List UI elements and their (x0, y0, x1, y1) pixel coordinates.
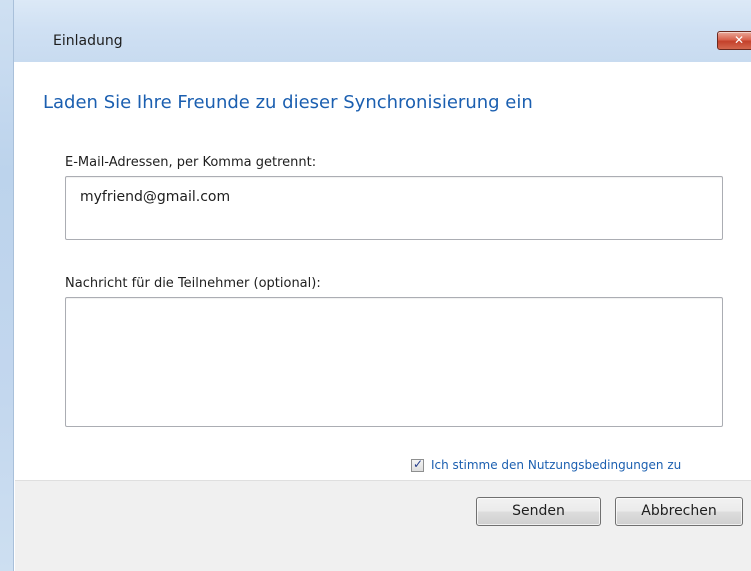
window-title: Einladung (53, 33, 123, 49)
dialog-content: Laden Sie Ihre Freunde zu dieser Synchro… (15, 62, 751, 480)
title-bar[interactable]: Einladung ✕ (14, 0, 751, 62)
email-label: E-Mail-Adressen, per Komma getrennt: (65, 155, 317, 170)
terms-agreement[interactable]: ✓ Ich stimme den Nutzungsbedingungen zu (411, 457, 681, 473)
invitation-dialog: Einladung ✕ Laden Sie Ihre Freunde zu di… (0, 0, 751, 571)
email-field[interactable]: myfriend@gmail.com (65, 176, 723, 240)
send-button[interactable]: Senden (476, 497, 601, 526)
checkmark-icon: ✓ (413, 456, 424, 471)
button-bar: Senden Abbrechen (15, 480, 751, 571)
terms-label[interactable]: Ich stimme den Nutzungsbedingungen zu (431, 458, 681, 472)
message-label: Nachricht für die Teilnehmer (optional): (65, 276, 321, 291)
message-field[interactable] (65, 297, 723, 427)
email-value: myfriend@gmail.com (80, 189, 231, 205)
window-frame (0, 0, 14, 571)
dialog-heading: Laden Sie Ihre Freunde zu dieser Synchro… (43, 92, 533, 113)
terms-checkbox[interactable]: ✓ (411, 456, 424, 472)
close-button[interactable]: ✕ (717, 31, 751, 50)
close-icon: ✕ (733, 33, 745, 47)
cancel-button[interactable]: Abbrechen (615, 497, 743, 526)
